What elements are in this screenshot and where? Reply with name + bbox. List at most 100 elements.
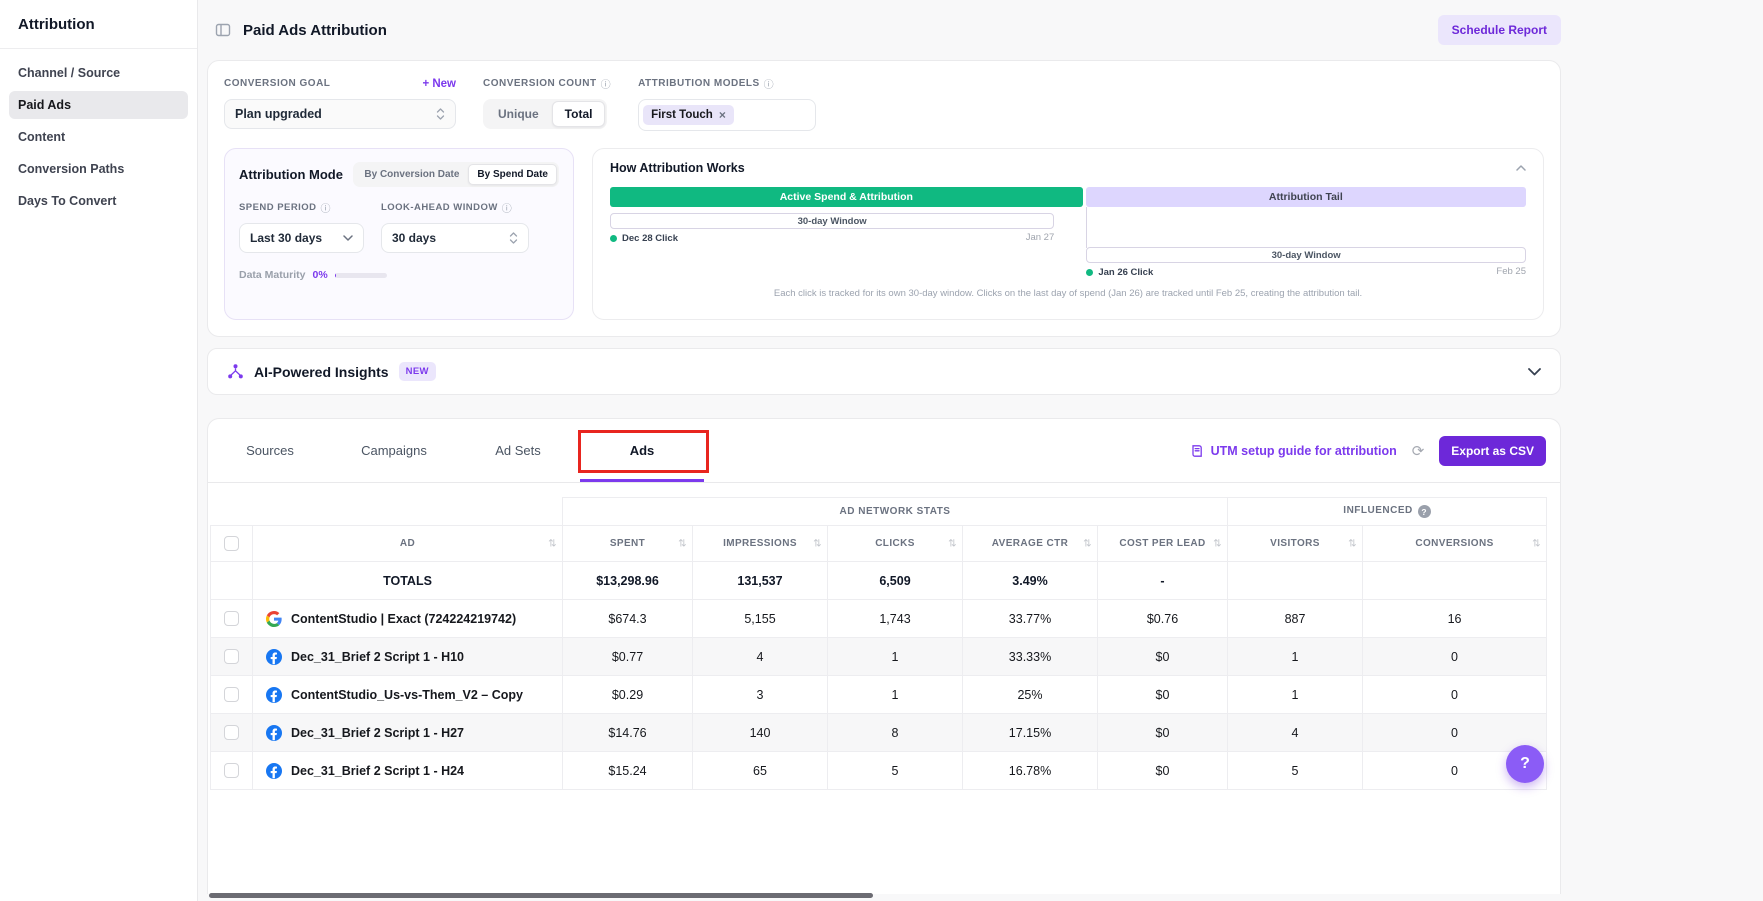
cell-checkbox <box>211 714 253 752</box>
model-chip-first-touch: First Touch × <box>643 105 734 125</box>
cell-average-ctr: 16.78% <box>963 752 1098 790</box>
cell-average-ctr: 17.15% <box>963 714 1098 752</box>
sort-icon[interactable]: ⇅ <box>1213 538 1222 549</box>
attribution-footnote: Each click is tracked for its own 30-day… <box>610 288 1526 299</box>
chevron-up-down-icon <box>509 231 518 245</box>
sidebar-item-conversion-paths[interactable]: Conversion Paths <box>9 155 188 183</box>
mode-option-by-spend-date[interactable]: By Spend Date <box>468 164 557 185</box>
chevron-up-icon[interactable] <box>1516 165 1526 171</box>
totals-impressions: 131,537 <box>693 562 828 600</box>
select-all-header <box>211 526 253 562</box>
ai-insights-panel[interactable]: AI-Powered Insights NEW <box>207 348 1561 395</box>
select-all-checkbox[interactable] <box>224 536 239 551</box>
cell-checkbox <box>211 752 253 790</box>
refresh-icon[interactable]: ⟳ <box>1412 442 1425 460</box>
chevron-down-icon[interactable] <box>1528 368 1541 376</box>
spend-period-select[interactable]: Last 30 days <box>239 223 364 253</box>
cell-conversions: 0 <box>1363 638 1547 676</box>
totals-visitors <box>1228 562 1363 600</box>
collapse-sidebar-icon[interactable] <box>215 22 231 38</box>
horizontal-scrollbar-thumb[interactable] <box>209 893 873 898</box>
cell-conversions: 0 <box>1363 676 1547 714</box>
facebook-icon <box>266 649 282 665</box>
sidebar-item-channel-source[interactable]: Channel / Source <box>9 59 188 87</box>
conversion-count-label: CONVERSION COUNT ⓘ <box>483 76 611 91</box>
cell-impressions: 140 <box>693 714 828 752</box>
row-checkbox[interactable] <box>224 611 239 626</box>
cell-empty <box>211 562 253 600</box>
sidebar-item-content[interactable]: Content <box>9 123 188 151</box>
column-header-ad[interactable]: AD⇅ <box>253 526 563 562</box>
row-checkbox[interactable] <box>224 687 239 702</box>
sort-icon[interactable]: ⇅ <box>1348 538 1357 549</box>
export-csv-button[interactable]: Export as CSV <box>1439 436 1546 466</box>
ad-name[interactable]: Dec_31_Brief 2 Script 1 - H10 <box>291 650 464 664</box>
help-button[interactable]: ? <box>1506 745 1544 783</box>
cell-checkbox <box>211 600 253 638</box>
totals-conversions <box>1363 562 1547 600</box>
attribution-mode-card: Attribution Mode By Conversion Date By S… <box>224 148 574 320</box>
ad-name[interactable]: Dec_31_Brief 2 Script 1 - H24 <box>291 764 464 778</box>
sidebar-item-days-to-convert[interactable]: Days To Convert <box>9 187 188 215</box>
ad-name[interactable]: ContentStudio | Exact (724224219742) <box>291 612 516 626</box>
cell-impressions: 4 <box>693 638 828 676</box>
utm-setup-guide-link[interactable]: UTM setup guide for attribution <box>1190 444 1397 458</box>
row-checkbox[interactable] <box>224 763 239 778</box>
facebook-icon <box>266 687 282 703</box>
ad-name[interactable]: Dec_31_Brief 2 Script 1 - H27 <box>291 726 464 740</box>
cell-average-ctr: 25% <box>963 676 1098 714</box>
sidebar-title: Attribution <box>0 0 197 49</box>
tab-campaigns[interactable]: Campaigns <box>332 419 456 482</box>
cell-cost-per-lead: $0 <box>1098 638 1228 676</box>
cell-spent: $0.29 <box>563 676 693 714</box>
column-header-cost-per-lead[interactable]: COST PER LEAD⇅ <box>1098 526 1228 562</box>
cell-visitors: 5 <box>1228 752 1363 790</box>
window-end-date-1: Jan 27 <box>1026 232 1055 245</box>
tab-ad-sets[interactable]: Ad Sets <box>456 419 580 482</box>
column-header-visitors[interactable]: VISITORS⇅ <box>1228 526 1363 562</box>
column-header-spent[interactable]: SPENT⇅ <box>563 526 693 562</box>
conversion-goal-value: Plan upgraded <box>235 107 322 121</box>
filters-panel: CONVERSION GOAL + New Plan upgraded CONV… <box>207 60 1561 337</box>
column-header-conversions[interactable]: CONVERSIONS⇅ <box>1363 526 1547 562</box>
count-option-unique[interactable]: Unique <box>485 101 552 127</box>
sort-icon[interactable]: ⇅ <box>678 538 687 549</box>
sort-icon[interactable]: ⇅ <box>1532 538 1541 549</box>
look-ahead-window-select[interactable]: 30 days <box>381 223 529 253</box>
green-dot-icon <box>610 235 617 242</box>
cell-visitors: 1 <box>1228 676 1363 714</box>
sort-icon[interactable]: ⇅ <box>948 538 957 549</box>
schedule-report-button[interactable]: Schedule Report <box>1438 15 1561 45</box>
count-option-total[interactable]: Total <box>552 101 606 127</box>
sort-icon[interactable]: ⇅ <box>1083 538 1092 549</box>
row-checkbox[interactable] <box>224 725 239 740</box>
tab-ads[interactable]: Ads <box>580 419 704 482</box>
spend-period-value: Last 30 days <box>250 231 322 245</box>
attribution-models-label: ATTRIBUTION MODELS ⓘ <box>638 76 774 91</box>
conversion-goal-label: CONVERSION GOAL <box>224 78 330 89</box>
cell-spent: $674.3 <box>563 600 693 638</box>
conversion-count-toggle: Unique Total <box>483 99 607 129</box>
row-checkbox[interactable] <box>224 649 239 664</box>
attribution-models-select[interactable]: First Touch × <box>638 99 816 131</box>
chevron-up-down-icon <box>436 107 445 121</box>
new-conversion-goal-link[interactable]: + New <box>422 78 456 90</box>
influenced-info-icon[interactable]: ? <box>1418 505 1431 518</box>
column-header-impressions[interactable]: IMPRESSIONS⇅ <box>693 526 828 562</box>
sort-icon[interactable]: ⇅ <box>813 538 822 549</box>
remove-model-icon[interactable]: × <box>719 109 726 121</box>
sort-icon[interactable]: ⇅ <box>548 538 557 549</box>
column-header-clicks[interactable]: CLICKS⇅ <box>828 526 963 562</box>
mode-option-by-conversion-date[interactable]: By Conversion Date <box>355 164 468 185</box>
totals-row: TOTALS $13,298.96 131,537 6,509 3.49% - <box>211 562 1547 600</box>
how-attribution-works-card: How Attribution Works Active Spend & Att… <box>592 148 1544 320</box>
cell-clicks: 5 <box>828 752 963 790</box>
column-header-average-ctr[interactable]: AVERAGE CTR⇅ <box>963 526 1098 562</box>
page-title: Paid Ads Attribution <box>243 22 387 39</box>
sidebar: Attribution Channel / Source Paid Ads Co… <box>0 0 198 901</box>
cell-ad: ContentStudio_Us-vs-Them_V2 – Copy <box>253 676 563 714</box>
conversion-goal-select[interactable]: Plan upgraded <box>224 99 456 129</box>
tab-sources[interactable]: Sources <box>208 419 332 482</box>
sidebar-item-paid-ads[interactable]: Paid Ads <box>9 91 188 119</box>
ad-name[interactable]: ContentStudio_Us-vs-Them_V2 – Copy <box>291 688 523 702</box>
